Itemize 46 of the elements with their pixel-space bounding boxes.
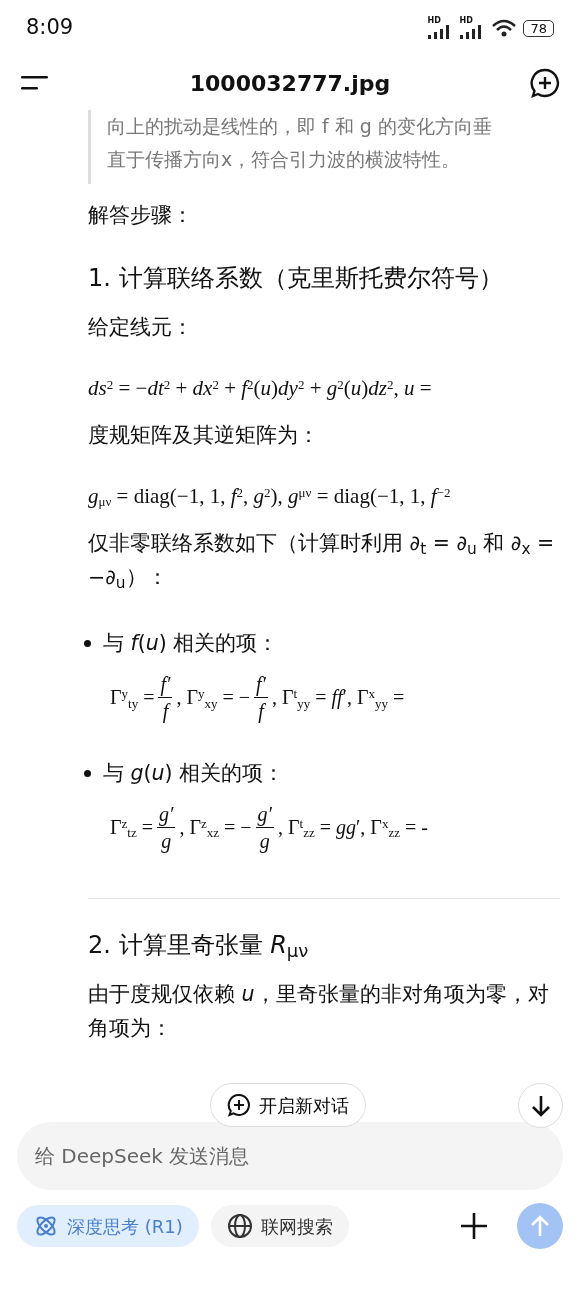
answer-paragraph: 解答步骤： bbox=[88, 202, 194, 229]
bullet-icon bbox=[84, 769, 91, 777]
math-expression: , Γ$^{z}$$_{xz}$ = − bbox=[179, 814, 252, 842]
fraction-denominator: g bbox=[161, 828, 172, 854]
battery-level: 78 bbox=[523, 19, 554, 37]
math-expression: , Γ$^{y}$$_{xy}$ = − bbox=[176, 684, 251, 713]
globe-icon bbox=[226, 1213, 253, 1239]
answer-paragraph: 给定线元： bbox=[88, 314, 194, 341]
answer-paragraph: 度规矩阵及其逆矩阵为： bbox=[88, 422, 320, 449]
math-formula: g$_{μν}$ = diag(−1, 1, f$^{2}$, g$^{2}$), g$^{μν}$ = diag(−1, 1, f$^{−2}$ bbox=[88, 483, 452, 512]
fraction-denominator: f bbox=[258, 698, 264, 724]
bullet-text: 与 f(u) 相关的项： bbox=[103, 630, 279, 657]
plus-icon bbox=[460, 1212, 488, 1240]
fraction-numerator: f′ bbox=[254, 670, 268, 698]
new-chat-icon bbox=[227, 1093, 251, 1117]
quoted-text: 向上的扰动是线性的，即 f 和 g 的变化方向垂 直于传播方向x，符合引力波的横波特性。 bbox=[88, 110, 560, 184]
toggle-chip[interactable]: 联网搜索 bbox=[210, 1205, 349, 1247]
toggle-chip[interactable]: 深度思考 (R1) bbox=[17, 1205, 199, 1247]
fraction-denominator: f bbox=[162, 698, 169, 724]
chat-title: 1000032777.jpg bbox=[189, 69, 391, 98]
answer-paragraph: 由于度规仅依赖 u，里奇张量的非对角项为零，对角项为： bbox=[88, 980, 550, 1042]
math-expression: , Γ$^{t}$$_{yy}$ = ff′, Γ$^{x}$$_{yy}$ = bbox=[271, 684, 405, 713]
math-expression: Γ$^{z}$$_{tz}$ = bbox=[110, 814, 153, 842]
fraction-denominator: g bbox=[259, 828, 270, 854]
math-expression: Γ$^{y}$$_{ty}$ = bbox=[110, 684, 155, 713]
section-heading: 1. 计算联络系数（克里斯托费尔符号） bbox=[88, 263, 504, 294]
atom-icon bbox=[33, 1213, 59, 1239]
up-arrow-icon bbox=[529, 1214, 551, 1238]
math-formula: ds$^{2}$ = −dt$^{2}$ + dx$^{2}$ + f$^{2}$(u)dy$^{2}$ + g$^{2}$(u)dz$^{2}$, u = bbox=[88, 375, 433, 402]
section-heading: 2. 计算里奇张量 R$_{μν}$ bbox=[88, 929, 310, 963]
fraction-numerator: g′ bbox=[157, 800, 176, 828]
math-expression: , Γ$^{t}$$_{zz}$ = gg′, Γ$^{x}$$_{zz}$ = - bbox=[277, 814, 428, 842]
fraction-numerator: g′ bbox=[255, 800, 274, 828]
wifi-icon bbox=[491, 18, 518, 38]
scroll-down-button[interactable] bbox=[518, 1083, 563, 1128]
bullet-text: 与 g(u) 相关的项： bbox=[103, 759, 285, 787]
bullet-icon bbox=[84, 639, 91, 647]
network-type-label: HD bbox=[427, 17, 442, 25]
fraction-numerator: f′ bbox=[158, 670, 173, 698]
down-arrow-icon bbox=[529, 1093, 552, 1118]
message-input[interactable]: 给 DeepSeek 发送消息 bbox=[17, 1122, 563, 1190]
network-type-label: HD bbox=[459, 17, 474, 25]
menu-icon[interactable] bbox=[20, 74, 50, 92]
answer-paragraph: 仅非零联络系数如下（计算时利用 ∂$_{t}$ = ∂$_{u}$ 和 ∂$_{x}$ = −∂$_{u}$）： bbox=[88, 530, 556, 594]
status-time: 8:09 bbox=[26, 14, 74, 42]
new-chat-icon[interactable] bbox=[530, 68, 560, 98]
